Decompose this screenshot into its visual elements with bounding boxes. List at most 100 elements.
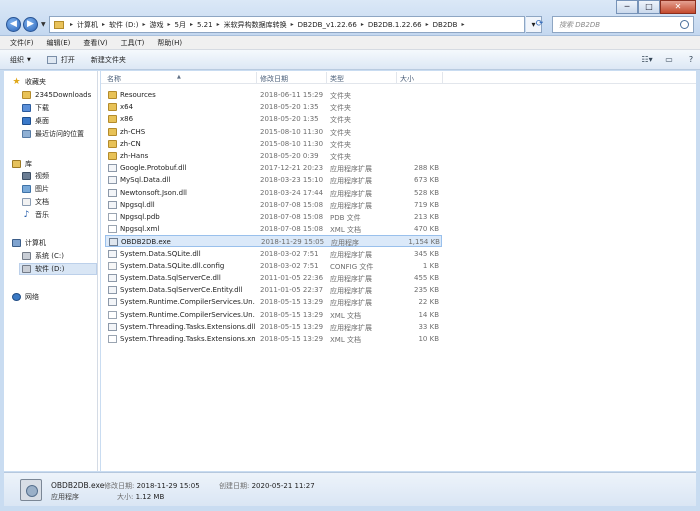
organize-button[interactable]: 组织 ▼ — [10, 55, 31, 65]
file-row[interactable]: System.Data.SqlServerCe.dll 2011-01-05 22… — [105, 272, 442, 284]
file-date: 2018-07-08 15:08 — [260, 225, 324, 234]
breadcrumb-separator-icon[interactable]: ▸ — [102, 21, 105, 28]
xml-icon — [108, 335, 117, 343]
search-icon[interactable] — [680, 20, 689, 29]
file-row[interactable]: Google.Protobuf.dll 2017-12-21 20:23 应用程序扩… — [105, 162, 442, 174]
breadcrumb-separator-icon[interactable]: ▸ — [142, 21, 145, 28]
folder-icon — [108, 91, 117, 99]
folder-icon — [108, 103, 117, 112]
file-row[interactable]: OBDB2DB.exe 2018-11-29 15:05 应用程序 1,154 KB — [105, 235, 442, 248]
exe-icon — [109, 238, 118, 247]
nav-favorites[interactable]: ★ 收藏夹 — [12, 76, 46, 88]
history-dropdown-icon[interactable]: ▼ — [41, 21, 46, 28]
breadcrumb-separator-icon[interactable]: ▸ — [167, 21, 170, 28]
nav-computer[interactable]: 计算机 — [12, 237, 46, 249]
breadcrumb-item[interactable]: 计算机 — [77, 20, 98, 30]
nav-libraries[interactable]: 库 — [12, 158, 32, 170]
forward-button[interactable]: ▶ — [23, 17, 38, 32]
refresh-icon[interactable]: ⟳ — [531, 16, 548, 33]
file-row[interactable]: MySql.Data.dll 2018-03-23 15:10 应用程序扩展 673 … — [105, 174, 442, 186]
breadcrumb-item[interactable]: 软件 (D:) — [109, 20, 138, 30]
breadcrumb-item[interactable]: 5.21 — [197, 21, 213, 29]
menu-help[interactable]: 帮助(H) — [157, 38, 182, 48]
breadcrumb-item[interactable]: 5月 — [175, 20, 186, 30]
file-size: 213 KB — [414, 213, 439, 221]
file-row[interactable]: zh-CN 2015-08-10 11:30 文件夹 — [105, 138, 442, 150]
modified-label: 修改日期: — [104, 482, 135, 490]
nav-item-music[interactable]: ♪ 音乐 — [22, 209, 49, 221]
breadcrumb-item[interactable]: 米软异构数据库转换 — [224, 20, 287, 30]
file-row[interactable]: zh-Hans 2018-05-20 0:39 文件夹 — [105, 150, 442, 162]
file-name: System.Data.SqlServerCe.Entity.dll — [120, 286, 243, 295]
file-type: 文件夹 — [330, 104, 351, 113]
nav-item-videos[interactable]: 视频 — [22, 170, 49, 182]
nav-item-label: 桌面 — [35, 117, 49, 125]
nav-item-drive-d[interactable]: 软件 (D:) — [19, 263, 97, 275]
file-type: XML 文档 — [330, 311, 361, 320]
close-button[interactable]: ✕ — [660, 0, 696, 14]
nav-item-desktop[interactable]: 桌面 — [22, 115, 49, 127]
breadcrumb-separator-icon[interactable]: ▸ — [461, 21, 464, 28]
file-row[interactable]: Resources 2018-06-11 15:29 文件夹 — [105, 89, 442, 101]
search-input[interactable]: 搜索 DB2DB — [552, 16, 694, 33]
file-row[interactable]: System.Threading.Tasks.Extensions.xml 201… — [105, 333, 442, 345]
nav-item-downloads[interactable]: 下载 — [22, 102, 49, 114]
menu-edit[interactable]: 编辑(E) — [47, 38, 71, 48]
menu-view[interactable]: 查看(V) — [83, 38, 107, 48]
breadcrumb-separator-icon[interactable]: ▸ — [217, 21, 220, 28]
file-row[interactable]: System.Data.SQLite.dll.config 2018-03-02 … — [105, 260, 442, 272]
menu-tools[interactable]: 工具(T) — [121, 38, 145, 48]
file-row[interactable]: System.Threading.Tasks.Extensions.dll 201… — [105, 321, 442, 333]
nav-item-label: 系统 (C:) — [35, 252, 64, 260]
breadcrumb-separator-icon[interactable]: ▸ — [190, 21, 193, 28]
file-row[interactable]: Npgsql.dll 2018-07-08 15:08 应用程序扩展 719 KB — [105, 199, 442, 211]
breadcrumb-separator-icon[interactable]: ▸ — [291, 21, 294, 28]
column-date[interactable]: 修改日期 — [260, 74, 288, 84]
file-row[interactable]: System.Runtime.CompilerServices.Un... 201… — [105, 296, 442, 308]
breadcrumb-item[interactable]: DB2DB.1.22.66 — [368, 21, 422, 29]
xml-icon — [108, 225, 117, 234]
column-type[interactable]: 类型 — [330, 74, 344, 84]
drive-icon — [22, 252, 31, 260]
file-row[interactable]: x64 2018-05-20 1:35 文件夹 — [105, 101, 442, 113]
preview-pane-icon[interactable]: ▭ — [660, 53, 678, 66]
back-button[interactable]: ◀ — [6, 17, 21, 32]
address-bar[interactable]: ▸ 计算机 ▸ 软件 (D:) ▸ 游戏 ▸ 5月 ▸ 5.21 ▸ 米软异构数据库转换 ▸ DB2DB_… — [49, 16, 525, 33]
file-name: x86 — [120, 115, 134, 124]
library-icon — [12, 160, 21, 168]
file-row[interactable]: System.Runtime.CompilerServices.Un... 201… — [105, 309, 442, 321]
breadcrumb-separator-icon[interactable]: ▸ — [70, 21, 73, 28]
nav-item-pictures[interactable]: 图片 — [22, 183, 49, 195]
breadcrumb-item[interactable]: DB2DB — [433, 21, 458, 29]
file-row[interactable]: Npgsql.xml 2018-07-08 15:08 XML 文档 470 KB — [105, 223, 442, 235]
file-row[interactable]: System.Data.SqlServerCe.Entity.dll 2011-0… — [105, 284, 442, 296]
nav-network[interactable]: 网络 — [12, 291, 39, 303]
minimize-button[interactable]: ─ — [616, 0, 638, 14]
nav-item-2345downloads[interactable]: 2345Downloads — [22, 89, 91, 101]
help-icon[interactable]: ? — [682, 53, 700, 66]
file-type: 应用程序扩展 — [330, 275, 372, 283]
file-row[interactable]: System.Data.SQLite.dll 2018-03-02 7:51 应用程… — [105, 248, 442, 260]
open-button[interactable]: 打开 — [46, 55, 75, 65]
file-row[interactable]: Npgsql.pdb 2018-07-08 15:08 PDB 文件 213 KB — [105, 211, 442, 223]
file-row[interactable]: x86 2018-05-20 1:35 文件夹 — [105, 113, 442, 125]
view-options-icon[interactable]: ☷▾ — [638, 53, 656, 66]
pdb-icon — [108, 213, 117, 221]
nav-item-drive-c[interactable]: 系统 (C:) — [22, 250, 64, 262]
breadcrumb-item[interactable]: 游戏 — [149, 20, 163, 30]
pane-splitter[interactable] — [97, 71, 100, 471]
column-name[interactable]: 名称 — [107, 74, 121, 84]
nav-item-recent[interactable]: 最近访问的位置 — [22, 128, 84, 140]
file-name: x64 — [120, 103, 134, 112]
file-row[interactable]: zh-CHS 2015-08-10 11:30 文件夹 — [105, 126, 442, 138]
file-row[interactable]: Newtonsoft.Json.dll 2018-03-24 17:44 应用程序扩… — [105, 187, 442, 199]
breadcrumb-item[interactable]: DB2DB_v1.22.66 — [298, 21, 357, 29]
column-size[interactable]: 大小 — [400, 74, 414, 84]
nav-item-documents[interactable]: 文档 — [22, 196, 49, 208]
maximize-button[interactable]: □ — [638, 0, 660, 14]
breadcrumb-separator-icon[interactable]: ▸ — [426, 21, 429, 28]
menu-file[interactable]: 文件(F) — [10, 38, 34, 48]
file-name: System.Threading.Tasks.Extensions.dll — [120, 322, 255, 331]
new-folder-button[interactable]: 新建文件夹 — [91, 55, 126, 65]
breadcrumb-separator-icon[interactable]: ▸ — [361, 21, 364, 28]
